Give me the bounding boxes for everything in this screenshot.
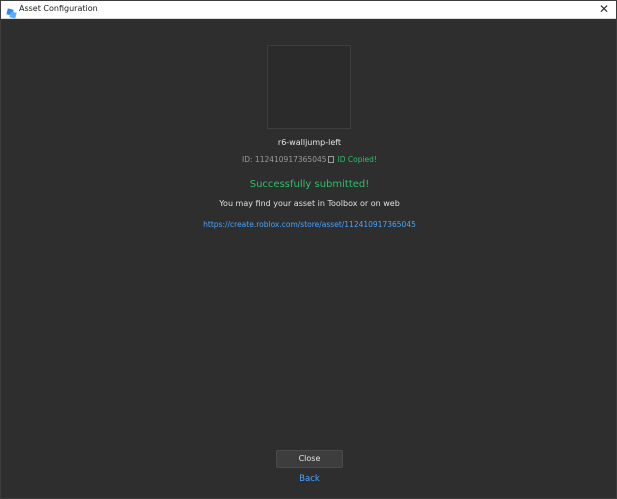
asset-url-link[interactable]: https://create.roblox.com/store/asset/11…: [1, 220, 617, 229]
copy-icon[interactable]: [327, 156, 334, 163]
find-asset-hint: You may find your asset in Toolbox or on…: [219, 199, 400, 208]
asset-id-text: ID: 112410917365045: [242, 155, 327, 164]
back-link[interactable]: Back: [1, 474, 617, 484]
close-button[interactable]: Close: [276, 450, 343, 468]
success-message: Successfully submitted!: [249, 179, 370, 190]
asset-name: r6-walljump-left: [277, 138, 342, 147]
close-icon[interactable]: ✕: [598, 2, 610, 16]
window-title: Asset Configuration: [19, 4, 98, 13]
roblox-studio-icon: [6, 4, 17, 19]
asset-id-row: ID: 112410917365045 ID Copied!: [1, 155, 617, 164]
id-copied-label: ID Copied!: [337, 155, 377, 164]
asset-configuration-window: Asset Configuration ✕ r6-walljump-left I…: [0, 0, 617, 499]
title-bar: Asset Configuration ✕: [1, 1, 616, 19]
asset-thumbnail: [267, 45, 351, 129]
